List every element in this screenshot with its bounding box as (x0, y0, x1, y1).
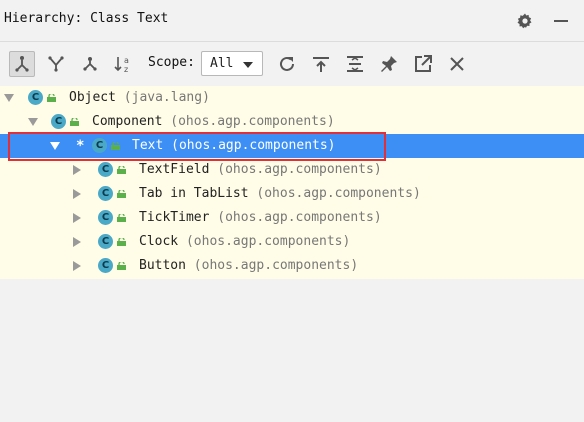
class-icon: C (98, 210, 113, 225)
expand-arrow-icon[interactable] (4, 94, 14, 102)
close-icon[interactable] (444, 51, 470, 77)
tree-row-component[interactable]: C Component (ohos.agp.components) (0, 110, 584, 134)
class-icon: C (98, 234, 113, 249)
chevron-down-icon (243, 62, 253, 68)
class-icon: C (98, 186, 113, 201)
collapse-arrow-icon[interactable] (73, 213, 81, 223)
lock-icon (117, 214, 126, 222)
class-icon: C (28, 90, 43, 105)
gear-icon[interactable] (516, 12, 534, 30)
tree-row-tab-in-tablist[interactable]: C Tab in TabList (ohos.agp.components) (0, 182, 584, 206)
lock-icon (117, 166, 126, 174)
scope-dropdown[interactable]: All (201, 51, 263, 76)
lock-icon (117, 190, 126, 198)
scope-label: Scope: (148, 55, 195, 70)
tree-item-label: Button (ohos.agp.components) (139, 258, 359, 273)
panel-title: Hierarchy: Class Text (4, 11, 169, 26)
collapse-arrow-icon[interactable] (73, 261, 81, 271)
collapse-arrow-icon[interactable] (73, 165, 81, 175)
hierarchy-tree: C Object (java.lang) C Component (ohos.a… (0, 86, 584, 279)
open-in-window-icon[interactable] (410, 51, 436, 77)
tree-item-label: Object (java.lang) (69, 90, 210, 105)
tree-item-label: Component (ohos.agp.components) (92, 114, 335, 129)
tree-item-label: TextField (ohos.agp.components) (139, 162, 382, 177)
sort-alphabetically-icon[interactable]: az (111, 51, 137, 77)
tree-item-label: Clock (ohos.agp.components) (139, 234, 351, 249)
refresh-icon[interactable] (274, 51, 300, 77)
class-icon: C (51, 114, 66, 129)
expand-arrow-icon[interactable] (28, 118, 38, 126)
supertypes-hierarchy-icon[interactable] (43, 51, 69, 77)
svg-text:z: z (124, 65, 128, 74)
lock-icon (47, 94, 56, 102)
class-icon: C (98, 162, 113, 177)
tree-row-button[interactable]: C Button (ohos.agp.components) (0, 254, 584, 278)
class-icon: C (98, 258, 113, 273)
lock-icon (117, 262, 126, 270)
expand-all-icon[interactable] (342, 51, 368, 77)
tree-row-ticktimer[interactable]: C TickTimer (ohos.agp.components) (0, 206, 584, 230)
title-bar: Hierarchy: Class Text (0, 0, 584, 40)
class-hierarchy-icon[interactable] (77, 51, 103, 77)
subtypes-hierarchy-icon[interactable] (9, 51, 35, 77)
minimize-icon[interactable] (552, 12, 570, 30)
scope-value: All (210, 56, 234, 71)
tree-row-object[interactable]: C Object (java.lang) (0, 86, 584, 110)
toolbar: az Scope: All (0, 41, 584, 87)
selection-highlight-box (8, 132, 386, 161)
lock-icon (70, 118, 79, 126)
pin-icon[interactable] (376, 51, 402, 77)
collapse-arrow-icon[interactable] (73, 189, 81, 199)
export-icon[interactable] (308, 51, 334, 77)
tree-item-label: TickTimer (ohos.agp.components) (139, 210, 382, 225)
lock-icon (117, 238, 126, 246)
collapse-arrow-icon[interactable] (73, 237, 81, 247)
tree-row-textfield[interactable]: C TextField (ohos.agp.components) (0, 158, 584, 182)
svg-text:a: a (124, 56, 129, 65)
tree-row-clock[interactable]: C Clock (ohos.agp.components) (0, 230, 584, 254)
tree-item-label: Tab in TabList (ohos.agp.components) (139, 186, 421, 201)
